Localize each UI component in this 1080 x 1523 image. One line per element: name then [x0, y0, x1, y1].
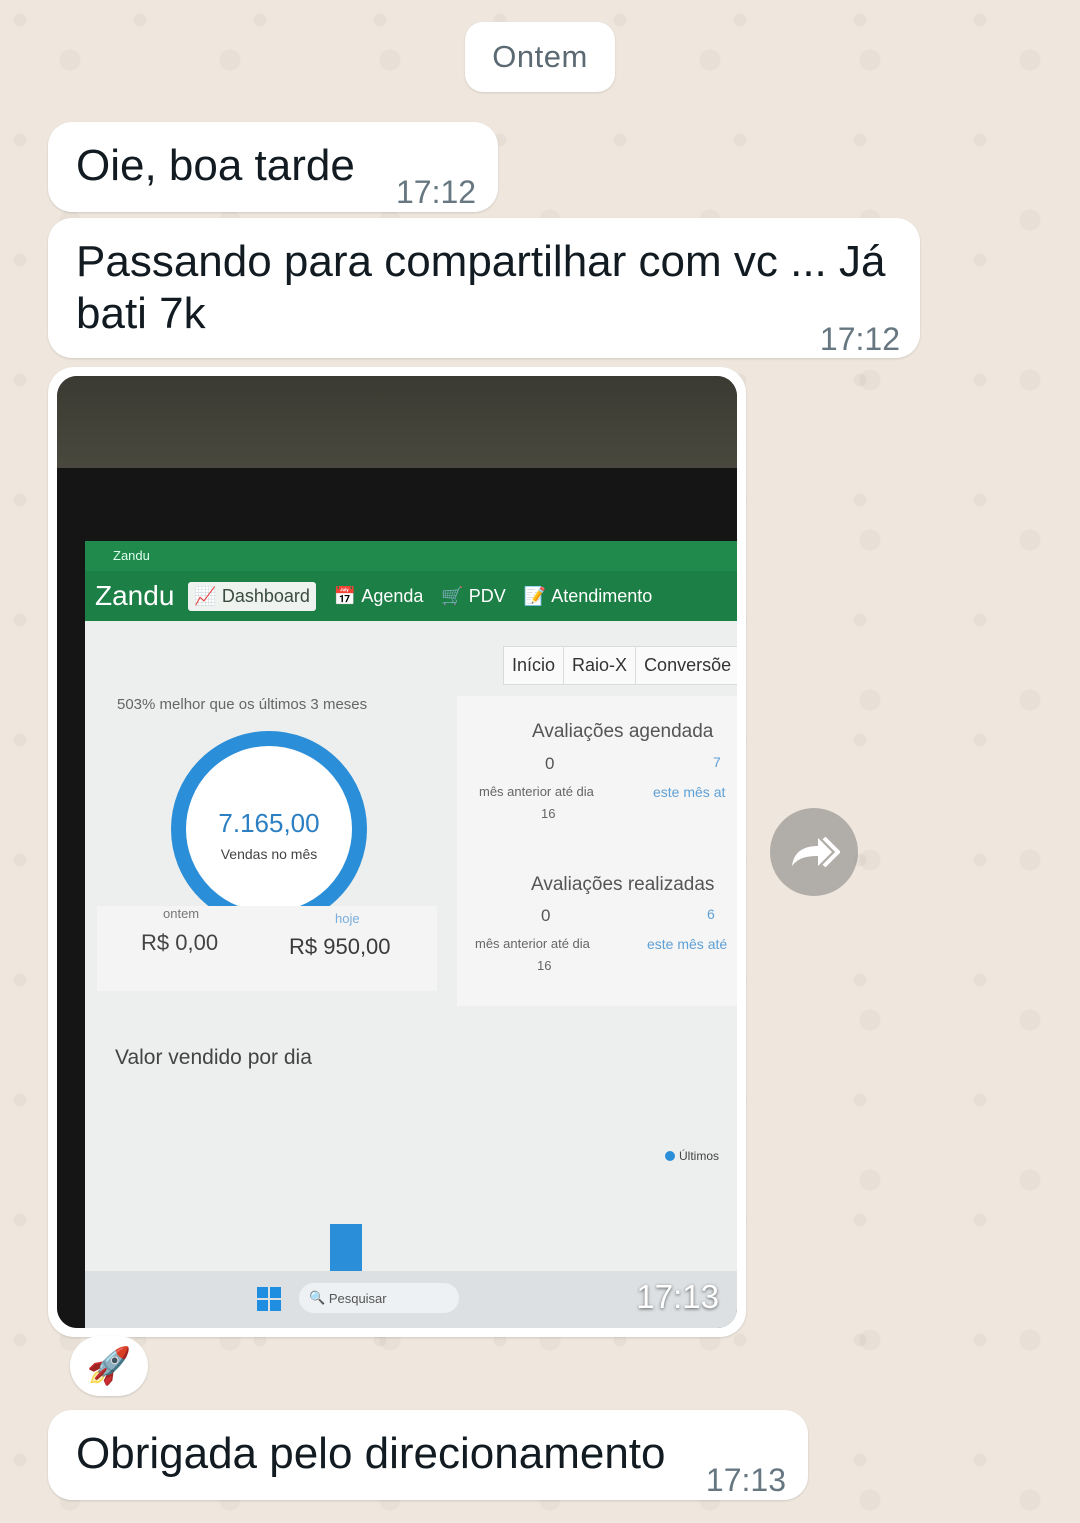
photo-time: 17:13	[636, 1278, 719, 1315]
forward-icon	[792, 836, 840, 868]
agendadas-cur-label: este mês at	[653, 784, 726, 800]
ontem-value: R$ 0,00	[141, 930, 219, 955]
hoje-label: hoje	[335, 911, 360, 926]
message-text: Oie, boa tarde	[76, 141, 355, 190]
tab-raio-x: Raio-X	[564, 647, 637, 684]
hoje-value: R$ 950,00	[289, 934, 391, 959]
app-logo: Zandu	[95, 580, 175, 611]
date-chip: Ontem	[465, 22, 615, 92]
chart-bar	[330, 1224, 362, 1276]
realizadas-cur-label: este mês até	[647, 936, 728, 952]
sales-month-value: 7.165,00	[218, 808, 320, 838]
message-time: 17:12	[396, 174, 477, 210]
message-time: 17:13	[705, 1462, 786, 1498]
nav-atendimento: 📝 Atendimento	[523, 585, 653, 606]
dashboard-tabs: Início Raio-X Conversõe	[503, 646, 737, 685]
message-time: 17:12	[819, 321, 900, 357]
shared-photo[interactable]: Zandu Zandu 📈 Dashboard 📅 Agenda 🛒 PDV 📝…	[57, 376, 737, 1328]
message-bubble[interactable]: Obrigada pelo direcionamento 17:13	[48, 1410, 808, 1500]
realizadas-prev-label: mês anterior até dia	[475, 936, 590, 951]
agendadas-title: Avaliações agendada	[532, 721, 714, 742]
tab-conversoes: Conversõe	[636, 647, 737, 684]
chart-legend: Últimos	[665, 1149, 719, 1163]
message-bubble[interactable]: Passando para compartilhar com vc ... Já…	[48, 218, 920, 358]
photo-background	[57, 376, 737, 476]
nav-agenda: 📅 Agenda	[333, 585, 424, 606]
agendadas-cur-value: 7	[713, 754, 721, 770]
taskbar-search: 🔍 Pesquisar	[299, 1283, 459, 1313]
realizadas-day: 16	[537, 958, 552, 973]
window-titlebar: Zandu	[85, 541, 737, 571]
realizadas-title: Avaliações realizadas	[531, 874, 715, 895]
nav-pdv: 🛒 PDV	[441, 585, 506, 606]
legend-label: Últimos	[679, 1149, 720, 1163]
message-text: Obrigada pelo direcionamento	[76, 1429, 666, 1478]
windows-logo-icon	[257, 1287, 281, 1311]
chart-title: Valor vendido por dia	[115, 1046, 312, 1069]
forward-button[interactable]	[770, 808, 858, 896]
reaction-badge[interactable]: 🚀	[70, 1336, 148, 1396]
avaliacoes-panel: Avaliações agendada 0 mês anterior até d…	[457, 696, 737, 1006]
legend-dot-icon	[665, 1151, 675, 1161]
app-navbar: Zandu 📈 Dashboard 📅 Agenda 🛒 PDV 📝 Atend…	[85, 571, 737, 621]
ontem-label: ontem	[163, 906, 200, 921]
agendadas-prev-value: 0	[545, 754, 555, 773]
realizadas-cur-value: 6	[707, 906, 715, 922]
image-message[interactable]: Zandu Zandu 📈 Dashboard 📅 Agenda 🛒 PDV 📝…	[48, 367, 746, 1337]
agendadas-prev-label: mês anterior até dia	[479, 784, 594, 799]
agendadas-day: 16	[541, 806, 556, 821]
message-text: Passando para compartilhar com vc ... Já…	[76, 237, 886, 338]
sales-ring: 7.165,00 Vendas no mês	[171, 731, 367, 927]
daily-sales-card: ontem R$ 0,00 hoje R$ 950,00	[97, 906, 437, 991]
message-bubble[interactable]: Oie, boa tarde 17:12	[48, 122, 498, 212]
comparison-text: 503% melhor que os últimos 3 meses	[117, 696, 368, 713]
sales-month-label: Vendas no mês	[220, 846, 318, 862]
monitor-screen: Zandu Zandu 📈 Dashboard 📅 Agenda 🛒 PDV 📝…	[85, 541, 737, 1328]
tab-inicio: Início	[504, 647, 565, 684]
realizadas-prev-value: 0	[541, 906, 551, 925]
nav-dashboard: 📈 Dashboard	[188, 581, 316, 611]
window-title: Zandu	[113, 548, 150, 563]
